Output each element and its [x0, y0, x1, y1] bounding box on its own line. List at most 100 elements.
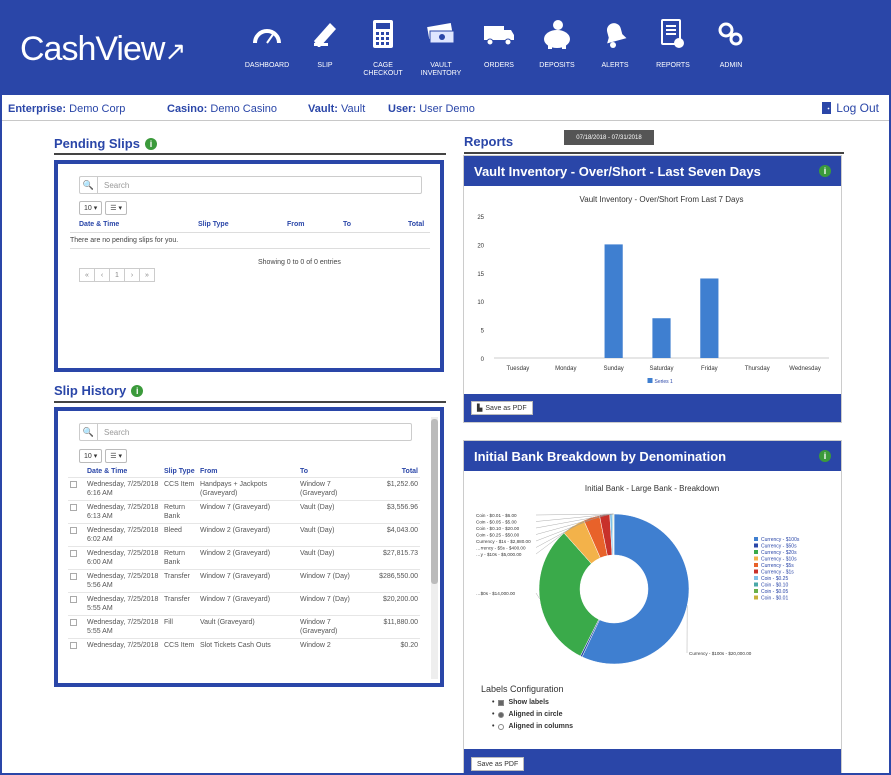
row-checkbox[interactable] — [68, 569, 84, 593]
checkbox[interactable] — [70, 642, 77, 649]
nav-admin[interactable]: ADMIN — [702, 12, 760, 88]
radio-button[interactable] — [498, 711, 505, 718]
vault-value: Vault — [341, 103, 366, 115]
legend-label[interactable]: Coin - $0.01 — [761, 596, 788, 602]
chart-title: Initial Bank - Large Bank - Breakdown — [585, 484, 719, 493]
option-label: Show labels — [508, 699, 549, 706]
page-size-select[interactable]: 10 ▾ — [79, 449, 103, 463]
bar[interactable] — [604, 244, 623, 358]
checkbox[interactable] — [70, 573, 77, 580]
nav-cage-checkout[interactable]: CAGE CHECKOUT — [354, 12, 412, 88]
checkbox[interactable] — [70, 596, 77, 603]
legend-label[interactable]: Currency - $20s — [761, 550, 797, 556]
legend-label[interactable]: Currency - $100s — [761, 537, 800, 543]
legend-swatch — [754, 543, 758, 548]
cashview-logo[interactable]: CashView↗ — [20, 30, 186, 69]
top-nav-bar: CashView↗ DASHBOARD SLIP CAGE CHECKOUT VAUL… — [2, 2, 889, 95]
table-row[interactable]: Wednesday, 7/25/2018 6:13 AM Return Bank W… — [68, 500, 420, 524]
nav-orders[interactable]: ORDERS — [470, 12, 528, 88]
logout-button[interactable]: Log Out — [822, 101, 879, 115]
pending-col-type[interactable]: Slip Type — [198, 221, 229, 228]
checkbox[interactable] — [70, 527, 77, 534]
legend-label[interactable]: Currency - $5s — [761, 563, 794, 569]
row-from: Window 7 (Graveyard) — [198, 592, 298, 616]
nav-dashboard[interactable]: DASHBOARD — [238, 12, 296, 88]
bar[interactable] — [700, 278, 719, 358]
file-icon: ▙ — [477, 405, 483, 412]
table-row[interactable]: Wednesday, 7/25/2018 5:56 AM Transfer Wind… — [68, 569, 420, 593]
legend-label[interactable]: Coin - $0.25 — [761, 576, 788, 582]
checkbox[interactable] — [70, 550, 77, 557]
info-icon[interactable]: i — [819, 165, 831, 177]
history-col-to[interactable]: To — [298, 466, 368, 478]
pager-button[interactable]: ‹ — [94, 268, 110, 282]
legend-label[interactable]: Coin - $0.10 — [761, 583, 788, 589]
pending-col-date[interactable]: Date & Time — [79, 221, 119, 228]
pending-search-input[interactable]: 🔍 Search — [79, 176, 422, 194]
checkbox[interactable] — [70, 619, 77, 626]
nav-deposits[interactable]: DEPOSITS — [528, 12, 586, 88]
checkbox[interactable] — [70, 481, 77, 488]
pending-col-total[interactable]: Total — [408, 221, 424, 228]
radio-button[interactable] — [498, 723, 505, 730]
scrollbar[interactable] — [431, 417, 438, 679]
history-col-date[interactable]: Date & Time — [84, 466, 162, 478]
nav-slip[interactable]: SLIP — [296, 12, 354, 88]
scrollbar-thumb[interactable] — [431, 419, 438, 584]
checkbox[interactable] — [70, 504, 77, 511]
label-option[interactable]: • Aligned in columns — [492, 723, 573, 730]
table-row[interactable]: Wednesday, 7/25/2018 5:55 AM Fill Vault (G… — [68, 615, 420, 639]
label-option[interactable]: • Show labels — [492, 699, 573, 706]
pager-button[interactable]: « — [79, 268, 95, 282]
info-icon[interactable]: i — [131, 384, 144, 397]
legend-label[interactable]: Series 1 — [655, 379, 674, 385]
page-size-value: 10 — [84, 204, 92, 212]
row-checkbox[interactable] — [68, 546, 84, 570]
column-toggle-button[interactable]: ☰ ▾ — [105, 449, 128, 463]
history-search-input[interactable]: 🔍 Search — [79, 423, 412, 441]
save-pdf-button[interactable]: ▙ Save as PDF — [471, 401, 533, 415]
legend-label[interactable]: Currency - $10s — [761, 557, 797, 563]
row-checkbox[interactable] — [68, 523, 84, 547]
label-option[interactable]: • Aligned in circle — [492, 711, 573, 718]
row-type: CCS Item — [162, 638, 198, 654]
info-icon[interactable]: i — [144, 137, 157, 150]
bar[interactable] — [652, 318, 671, 358]
save-pdf-button[interactable]: Save as PDF — [471, 757, 525, 771]
pending-col-from[interactable]: From — [287, 221, 305, 228]
row-checkbox[interactable] — [68, 615, 84, 639]
pager-button[interactable]: » — [139, 268, 155, 282]
row-checkbox[interactable] — [68, 638, 84, 654]
pencil-icon — [304, 12, 346, 56]
legend-label[interactable]: Currency - $1s — [761, 570, 794, 576]
checkbox[interactable] — [498, 699, 505, 706]
row-total: $20,200.00 — [368, 592, 420, 616]
legend-label[interactable]: Coin - $0.05 — [761, 589, 788, 595]
row-checkbox[interactable] — [68, 592, 84, 616]
history-col-from[interactable]: From — [198, 466, 298, 478]
nav-reports[interactable]: REPORTS — [644, 12, 702, 88]
table-row[interactable]: Wednesday, 7/25/2018 5:55 AM Transfer Wind… — [68, 592, 420, 616]
page-size-select[interactable]: 10 ▾ — [79, 201, 103, 215]
row-date: Wednesday, 7/25/2018 6:00 AM — [84, 546, 162, 570]
history-col-type[interactable]: Slip Type — [162, 466, 198, 478]
table-row[interactable]: Wednesday, 7/25/2018 6:16 AM CCS Item Hand… — [68, 477, 420, 501]
nav-vault-inventory[interactable]: VAULT INVENTORY — [412, 12, 470, 88]
row-checkbox[interactable] — [68, 477, 84, 501]
column-toggle-button[interactable]: ☰ ▾ — [105, 201, 128, 215]
slip-history-label: Slip History — [54, 383, 127, 398]
history-col-total[interactable]: Total — [368, 466, 420, 478]
row-checkbox[interactable] — [68, 500, 84, 524]
table-row[interactable]: Wednesday, 7/25/2018 6:00 AM Return Bank W… — [68, 546, 420, 570]
info-icon[interactable]: i — [819, 450, 831, 462]
logo-text: CashView — [20, 30, 165, 68]
nav-alerts[interactable]: ALERTS — [586, 12, 644, 88]
slice-label: …y - $10s - $5,000.00 — [476, 552, 522, 557]
table-row[interactable]: Wednesday, 7/25/2018 6:02 AM Bleed Window … — [68, 523, 420, 547]
vault-label: Vault: — [308, 103, 338, 115]
pager-button[interactable]: 1 — [109, 268, 125, 282]
pending-col-to[interactable]: To — [343, 221, 351, 228]
pager-button[interactable]: › — [124, 268, 140, 282]
legend-label[interactable]: Currency - $50s — [761, 544, 797, 550]
table-row[interactable]: Wednesday, 7/25/2018 CCS Item Slot Tickets… — [68, 638, 420, 654]
